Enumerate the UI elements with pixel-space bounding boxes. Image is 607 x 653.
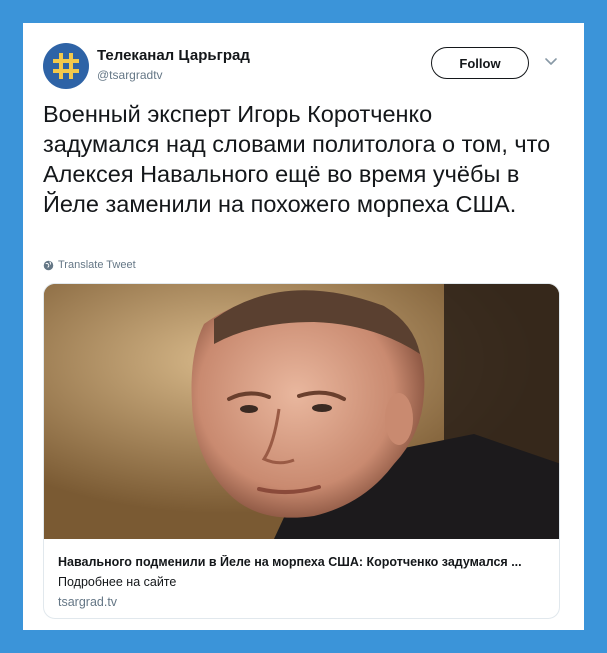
link-preview-image <box>44 284 559 539</box>
follow-button[interactable]: Follow <box>431 47 529 79</box>
tweet-card: Телеканал Царьград @tsargradtv Follow Во… <box>23 23 584 630</box>
author-display-name[interactable]: Телеканал Царьград <box>97 47 250 64</box>
photo-man-portrait <box>44 284 559 539</box>
link-preview-card[interactable]: Навального подменили в Йеле на морпеха С… <box>43 283 560 619</box>
link-description: Подробнее на сайте <box>58 575 177 589</box>
more-options-button[interactable] <box>543 53 559 69</box>
translate-label: Translate Tweet <box>58 259 136 271</box>
translate-tweet-link[interactable]: Translate Tweet <box>43 259 136 271</box>
avatar[interactable] <box>43 43 89 89</box>
link-title: Навального подменили в Йеле на морпеха С… <box>58 555 522 569</box>
orthodox-cross-logo-icon <box>53 53 79 79</box>
author-handle[interactable]: @tsargradtv <box>97 68 163 82</box>
link-domain: tsargrad.tv <box>58 595 118 609</box>
globe-icon <box>43 260 54 270</box>
chevron-down-icon <box>545 58 557 65</box>
tweet-text: Военный эксперт Игорь Коротченко задумал… <box>43 101 551 217</box>
